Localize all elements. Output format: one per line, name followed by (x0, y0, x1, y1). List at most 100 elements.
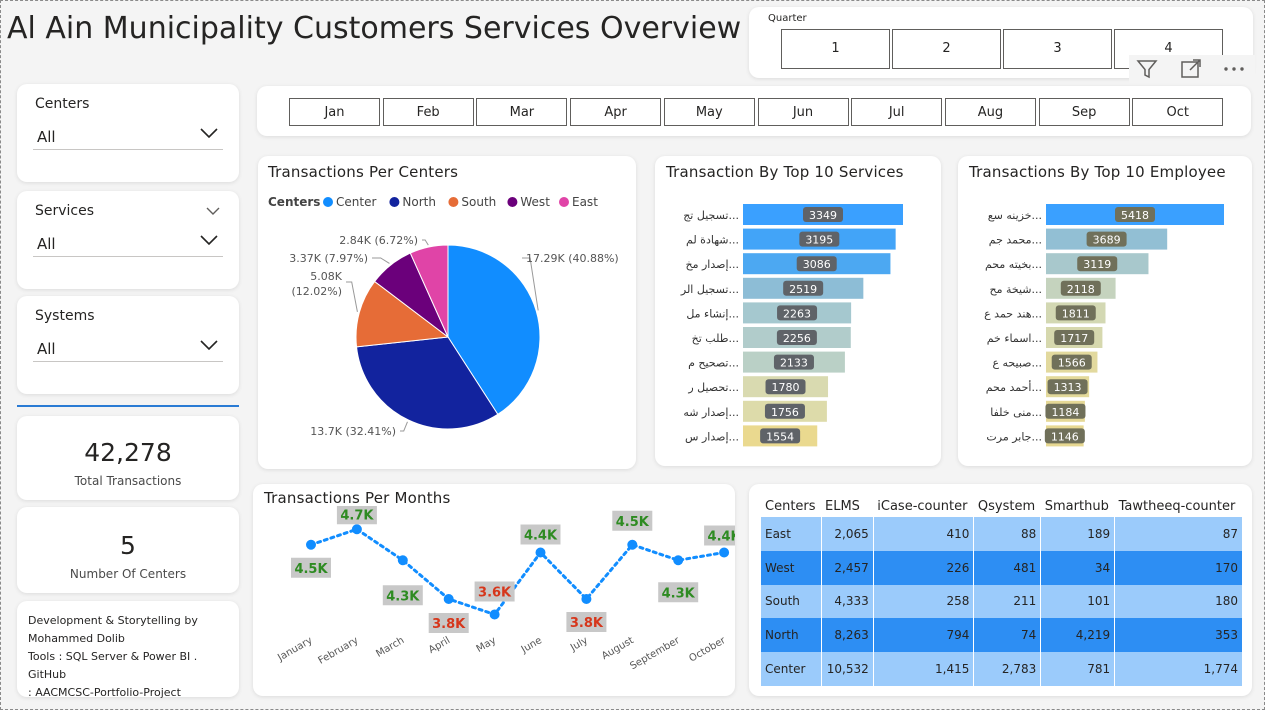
table-header-row: Centers ELMS iCase-counter Qsystem Smarthub T… (761, 495, 1243, 517)
legend-item-north[interactable]: North (389, 195, 436, 209)
credit-text: Development & Storytelling by Mohammed D… (28, 612, 236, 702)
line-point[interactable] (673, 555, 684, 566)
pie-legend: Centers Center North South West East (268, 195, 598, 209)
systems-filter-card: Systems All (17, 296, 239, 394)
line-point[interactable] (306, 539, 316, 550)
line-point[interactable] (581, 594, 592, 604)
quarter-option-3[interactable]: 3 (1003, 29, 1112, 69)
visual-header (1129, 55, 1255, 85)
month-option-jun[interactable]: Jun (757, 98, 849, 126)
more-options-icon[interactable] (1221, 57, 1247, 81)
table-cell: 1,415 (873, 652, 975, 686)
line-data-label: 3.8K (570, 616, 604, 631)
bar-category-label: تسجيل الر... (680, 283, 739, 296)
bar-value-label: 3689 (1093, 234, 1121, 247)
column-header[interactable]: Qsystem (974, 495, 1041, 517)
bar-category-label: هند حمد ع... (984, 307, 1042, 320)
bar-category-label: خزينه سع... (988, 209, 1042, 222)
quarter-slicer-label: Quarter (768, 13, 807, 24)
month-option-jan[interactable]: Jan (289, 98, 380, 126)
divider (17, 405, 239, 407)
line-point[interactable] (489, 609, 500, 620)
table-cell: 88 (973, 517, 1042, 551)
focus-mode-icon[interactable] (1179, 57, 1203, 81)
services-bar-chart: تسجيل تج... 3349 شهادة لم... 3195 إصدار مخ..… (680, 204, 903, 447)
table-row[interactable]: East 2,065 410 88 189 87 (761, 517, 1243, 551)
line-data-label: 4.7K (340, 508, 374, 523)
pie-data-label: 3.37K (7.97%) (289, 252, 368, 265)
total-transactions-label: Total Transactions (74, 474, 182, 488)
x-axis-label: May (475, 635, 498, 655)
line-data-label: 3.8K (432, 617, 466, 632)
month-option-sep[interactable]: Sep (1038, 98, 1130, 126)
bar-category-label: إصدار س... (685, 430, 739, 443)
bar-category-label: شيخة مح... (989, 283, 1042, 296)
bar-value-label: 3195 (805, 234, 833, 247)
line-point[interactable] (443, 594, 454, 604)
bar-value-label: 3349 (809, 209, 837, 222)
quarter-option-2[interactable]: 2 (892, 29, 1001, 69)
table-cell: North (761, 618, 822, 653)
line-point[interactable] (627, 539, 638, 550)
month-option-mar[interactable]: Mar (476, 98, 568, 126)
centers-dropdown[interactable]: All (33, 120, 223, 150)
bar-category-label: تحصيل ر... (687, 381, 739, 394)
line-data-label: 3.6K (478, 586, 512, 601)
quarter-option-1[interactable]: 1 (781, 29, 890, 69)
services-dropdown-value: All (37, 235, 56, 253)
month-option-aug[interactable]: Aug (944, 98, 1036, 126)
table-cell: 34 (1040, 550, 1116, 585)
services-chart-title: Transaction By Top 10 Services (666, 163, 904, 181)
number-of-centers-label: Number Of Centers (69, 567, 187, 581)
legend-item-west[interactable]: West (507, 195, 550, 209)
month-option-jul[interactable]: Jul (851, 98, 943, 126)
bar-value-label: 3086 (803, 258, 831, 271)
line-data-label: 4.5K (294, 562, 328, 577)
bar-value-label: 1566 (1058, 357, 1086, 370)
legend-item-south[interactable]: South (448, 195, 496, 209)
month-option-feb[interactable]: Feb (382, 98, 474, 126)
legend-label: East (572, 195, 598, 209)
table-row[interactable]: South 4,333 258 211 101 180 (761, 584, 1243, 619)
number-of-centers-value: 5 (120, 531, 136, 560)
x-axis-label: June (519, 635, 544, 656)
legend-item-center[interactable]: Center (323, 195, 376, 209)
bar-value-label: 1756 (771, 406, 799, 419)
employee-bar-chart: خزينه سع... 5418 محمد جم... 3689 بخيته محم..… (984, 204, 1224, 447)
months-chart-title: Transactions Per Months (264, 489, 451, 507)
systems-dropdown[interactable]: All (33, 332, 223, 362)
line-point[interactable] (351, 524, 362, 535)
line-point[interactable] (535, 547, 546, 558)
legend-label: South (461, 195, 496, 209)
table-cell: 410 (873, 517, 975, 551)
line-point[interactable] (397, 555, 408, 566)
bar-value-label: 3119 (1083, 258, 1111, 271)
months-line-chart: 4.5K January 4.7K February 4.3K March 3.8K Apri… (275, 506, 735, 672)
bar-category-label: اسماء خم... (987, 332, 1042, 345)
line-point[interactable] (719, 547, 730, 558)
column-header[interactable]: Centers (761, 495, 821, 517)
month-option-oct[interactable]: Oct (1132, 98, 1224, 126)
legend-marker (559, 197, 569, 207)
table-row[interactable]: North 8,263 794 74 4,219 353 (761, 618, 1243, 653)
table-row[interactable]: Center 10,532 1,415 2,783 781 1,774 (761, 652, 1243, 686)
legend-item-east[interactable]: East (559, 195, 598, 209)
chevron-down-icon (200, 340, 218, 351)
column-header[interactable]: Tawtheeq-counter (1115, 495, 1243, 517)
pie-leader-line (372, 257, 390, 264)
column-header[interactable]: Smarthub (1041, 495, 1115, 517)
column-header[interactable]: ELMS (821, 495, 873, 517)
line-data-label: 4.3K (386, 589, 420, 604)
pie-chart: Centers Center North South West East 17.29K (4… (268, 195, 619, 438)
filter-icon[interactable] (1135, 57, 1159, 81)
chevron-down-icon[interactable] (205, 205, 221, 217)
column-header[interactable]: iCase-counter (873, 495, 974, 517)
legend-marker (389, 197, 400, 207)
month-option-apr[interactable]: Apr (570, 98, 662, 126)
bar-category-label: إصدار شه... (683, 406, 739, 419)
services-filter-label: Services (35, 203, 95, 219)
services-dropdown[interactable]: All (33, 227, 223, 257)
month-option-may[interactable]: May (663, 98, 755, 126)
table-row[interactable]: West 2,457 226 481 34 170 (761, 550, 1243, 585)
bar-category-label: بخيته محم... (985, 258, 1042, 271)
